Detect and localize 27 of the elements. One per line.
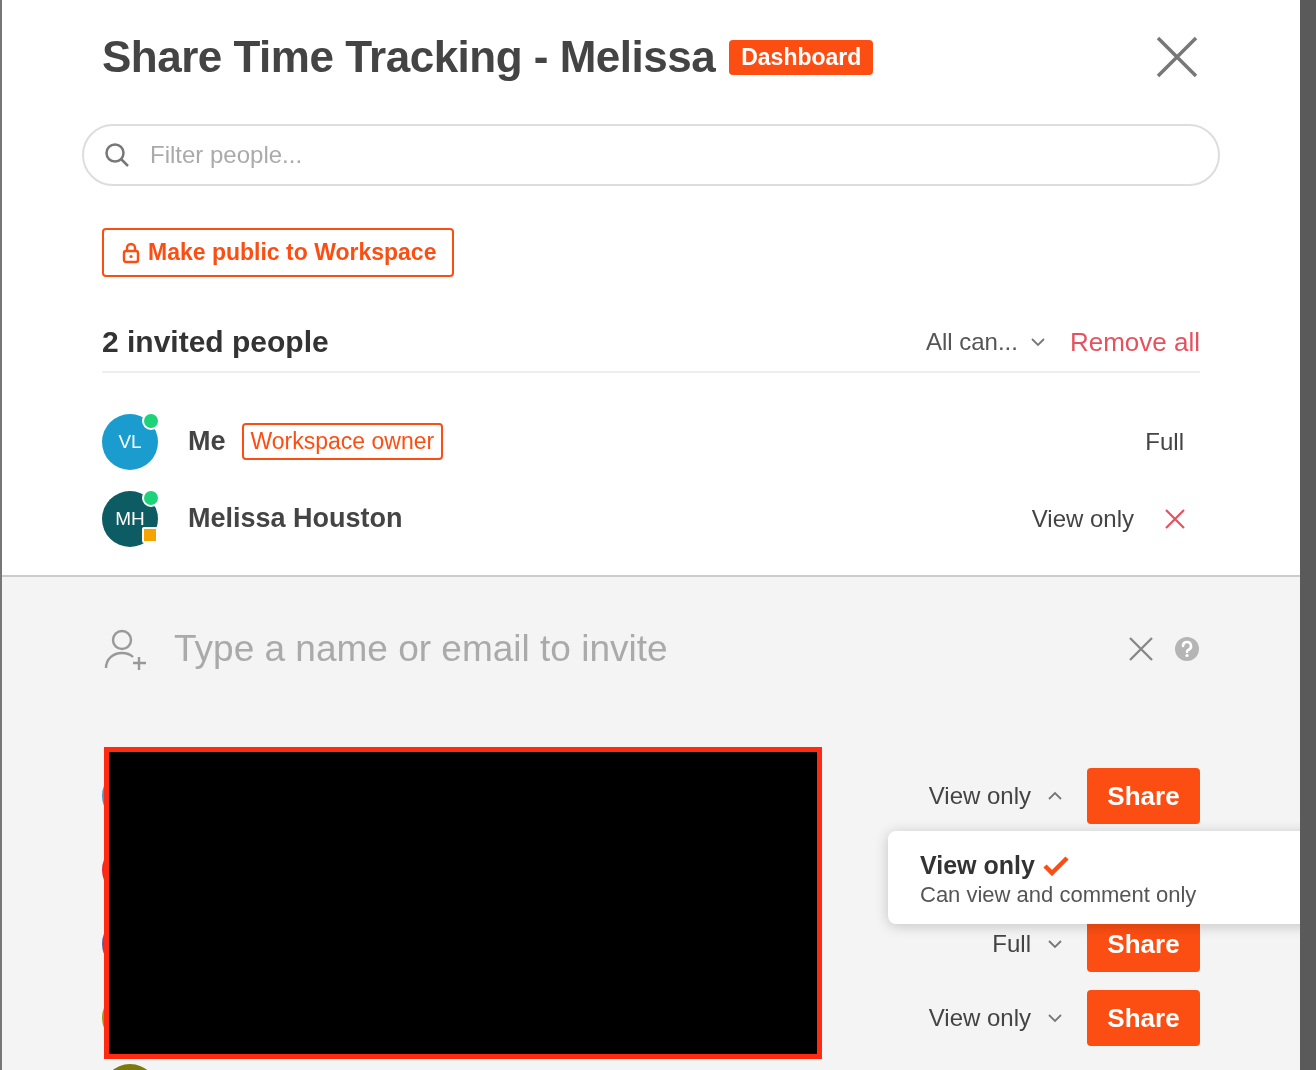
permission-dropdown[interactable]: View only [928,782,1063,810]
option-description: Can view and comment only [920,882,1198,908]
dashboard-badge: Dashboard [729,39,874,75]
chevron-up-icon [1047,791,1063,801]
menu-option[interactable]: View only [920,851,1035,880]
remove-all-link[interactable]: Remove all [1069,326,1200,358]
person-name: Melissa Houston [188,503,403,534]
lock-icon [122,241,140,264]
invite-field[interactable]: Type a name or email to invite [172,627,1108,671]
clear-button[interactable] [1128,636,1154,662]
chevron-down-icon [1047,939,1063,949]
avatar: VL [102,413,158,470]
invited-heading: 2 invited people [102,325,329,359]
close-button[interactable] [1154,34,1200,80]
permission-label: View only [1031,504,1134,533]
help-icon[interactable] [1174,636,1200,662]
owner-badge: Workspace owner [241,423,444,460]
person-name: Me [188,426,226,457]
search-icon [104,142,130,168]
chevron-down-icon [1047,1013,1063,1023]
dialog-title: Share Time Tracking - Melissa [102,32,716,82]
permission-dropdown[interactable]: Full [992,930,1063,958]
chevron-down-icon [1029,337,1046,347]
permission-dropdown[interactable]: View only [928,1004,1063,1032]
permission-label: Full [1145,427,1185,456]
permission-filter[interactable]: All can... [925,328,1046,356]
search-field[interactable]: Filter people... [82,124,1220,186]
